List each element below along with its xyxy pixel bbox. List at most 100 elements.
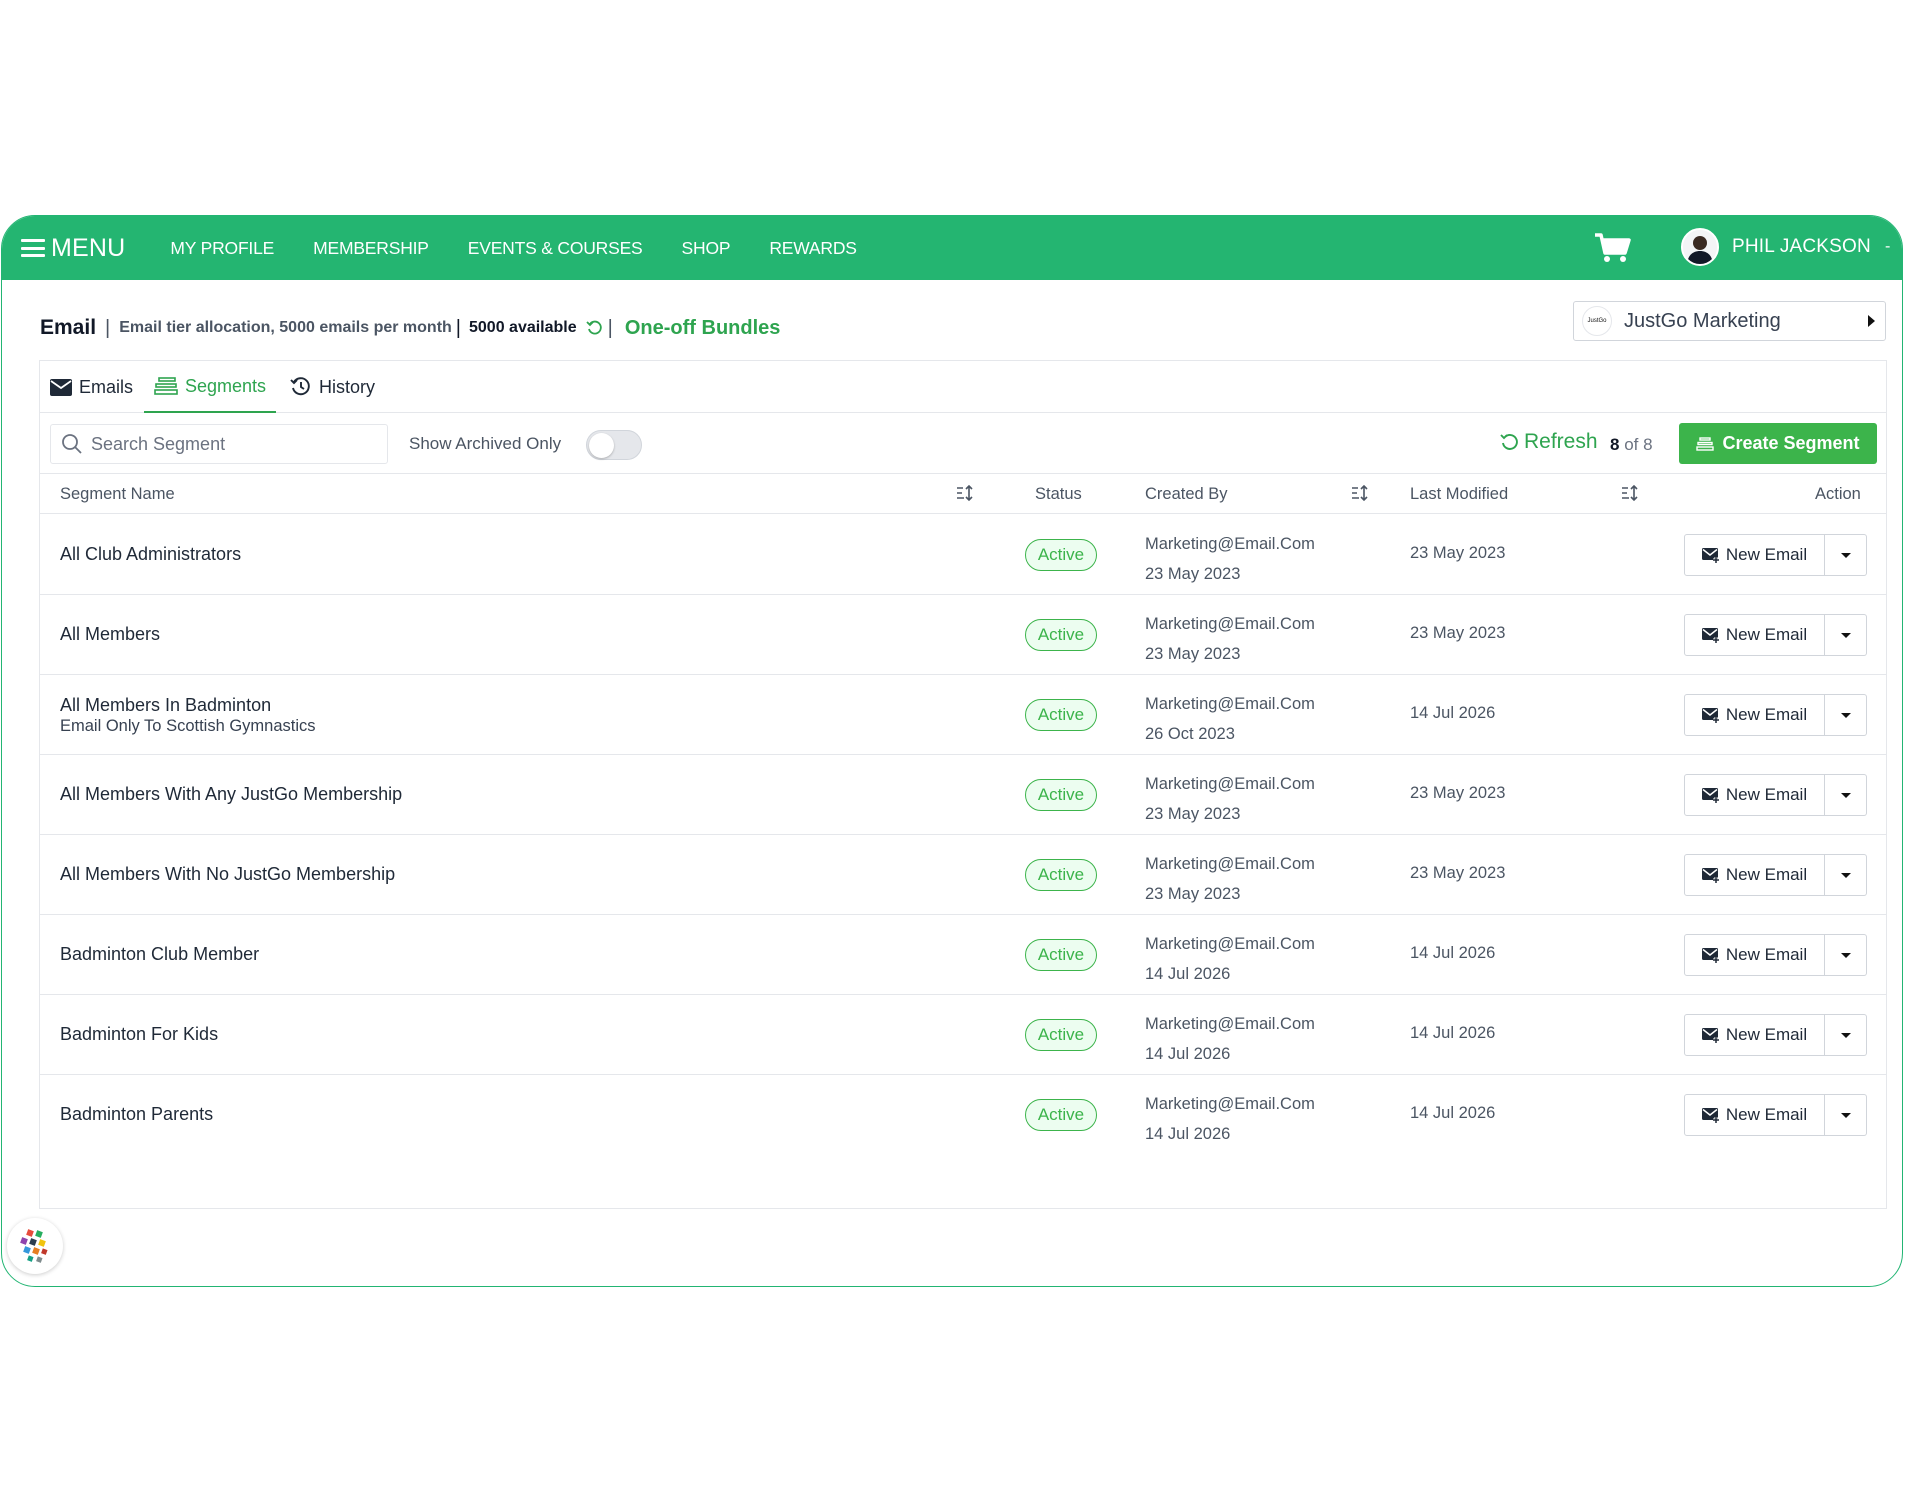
tab-emails[interactable]: Emails <box>50 361 133 413</box>
caret-down-icon <box>1840 872 1851 878</box>
creator-email: Marketing@Email.Com <box>1145 695 1315 713</box>
refresh-button[interactable]: Refresh <box>1500 430 1598 454</box>
created-by: Marketing@Email.Com 23 May 2023 <box>1145 609 1315 669</box>
last-modified: 14 Jul 2026 <box>1410 944 1496 962</box>
more-actions-dropdown[interactable] <box>1825 1014 1867 1056</box>
email-header: Email | Email tier allocation, 5000 emai… <box>40 308 780 348</box>
col-last-modified[interactable]: Last Modified <box>1410 485 1508 504</box>
table-row[interactable]: All Members With Any JustGo Membership A… <box>40 755 1886 835</box>
status-badge: Active <box>1025 859 1097 891</box>
record-count: 8 of 8 <box>1610 435 1653 455</box>
more-actions-dropdown[interactable] <box>1825 774 1867 816</box>
separator: | <box>455 316 461 339</box>
last-modified: 23 May 2023 <box>1410 784 1506 802</box>
col-created-by[interactable]: Created By <box>1145 485 1228 504</box>
created-date: 14 Jul 2026 <box>1145 965 1231 983</box>
status-badge: Active <box>1025 1099 1097 1131</box>
last-modified: 14 Jul 2026 <box>1410 1104 1496 1122</box>
org-name: JustGo Marketing <box>1624 309 1781 332</box>
user-name: PHIL JACKSON <box>1732 236 1871 257</box>
search-icon <box>62 434 82 454</box>
segment-name[interactable]: All Club Administrators <box>60 544 241 565</box>
new-email-button[interactable]: New Email <box>1684 534 1825 576</box>
menu-button[interactable]: MENU <box>21 234 125 263</box>
email-allocation: Email tier allocation, 5000 emails per m… <box>119 319 452 336</box>
justgo-launcher[interactable] <box>7 1218 63 1274</box>
caret-down-icon <box>1840 792 1851 798</box>
tab-label: Segments <box>185 375 267 396</box>
sort-icon[interactable] <box>1620 484 1640 502</box>
one-off-bundles-link[interactable]: One-off Bundles <box>625 317 781 340</box>
creator-email: Marketing@Email.Com <box>1145 535 1315 553</box>
sort-icon[interactable] <box>1350 484 1370 502</box>
tab-segments[interactable]: Segments <box>144 361 277 413</box>
cart-icon[interactable] <box>1594 232 1632 264</box>
more-actions-dropdown[interactable] <box>1825 534 1867 576</box>
new-email-button[interactable]: New Email <box>1684 854 1825 896</box>
hamburger-icon <box>21 239 45 257</box>
segment-name[interactable]: All Members <box>60 624 160 645</box>
segment-description: Email Only To Scottish Gymnastics <box>60 717 316 735</box>
more-actions-dropdown[interactable] <box>1825 694 1867 736</box>
table-row[interactable]: All Club Administrators Active Marketing… <box>40 515 1886 595</box>
nav-item-events-courses[interactable]: EVENTS & COURSES <box>468 238 643 259</box>
nav-item-my-profile[interactable]: MY PROFILE <box>170 238 274 259</box>
caret-down-icon <box>1840 632 1851 638</box>
more-actions-dropdown[interactable] <box>1825 854 1867 896</box>
new-email-button[interactable]: New Email <box>1684 614 1825 656</box>
created-date: 23 May 2023 <box>1145 565 1241 583</box>
user-menu[interactable]: PHIL JACKSON - <box>1681 228 1890 266</box>
envelope-icon <box>50 378 72 396</box>
new-email-button[interactable]: New Email <box>1684 1094 1825 1136</box>
new-email-button[interactable]: New Email <box>1684 1014 1825 1056</box>
segment-name[interactable]: Badminton Club Member <box>60 944 259 965</box>
app-window: MENU MY PROFILE MEMBERSHIP EVENTS & COUR… <box>1 215 1903 1287</box>
tab-history[interactable]: History <box>290 361 375 413</box>
new-email-button[interactable]: New Email <box>1684 934 1825 976</box>
table-row[interactable]: Badminton For Kids Active Marketing@Emai… <box>40 995 1886 1075</box>
new-email-label: New Email <box>1725 945 1808 964</box>
created-by: Marketing@Email.Com 23 May 2023 <box>1145 769 1315 829</box>
created-by: Marketing@Email.Com 23 May 2023 <box>1145 529 1315 589</box>
show-archived-label: Show Archived Only <box>409 434 562 453</box>
created-date: 23 May 2023 <box>1145 885 1241 903</box>
row-actions: New Email <box>1684 534 1867 576</box>
row-actions: New Email <box>1684 614 1867 656</box>
organisation-selector[interactable]: JustGo JustGo Marketing <box>1573 301 1886 341</box>
segment-name[interactable]: Badminton Parents <box>60 1104 213 1125</box>
more-actions-dropdown[interactable] <box>1825 1094 1867 1136</box>
sort-icon[interactable] <box>955 484 975 502</box>
more-actions-dropdown[interactable] <box>1825 934 1867 976</box>
col-segment-name[interactable]: Segment Name <box>60 485 175 504</box>
org-logo: JustGo <box>1582 306 1612 336</box>
search-box[interactable] <box>50 424 388 464</box>
row-actions: New Email <box>1684 1094 1867 1136</box>
segment-name[interactable]: All Members In Badminton <box>60 695 271 716</box>
segment-name[interactable]: All Members With Any JustGo Membership <box>60 784 402 805</box>
search-input[interactable] <box>91 433 371 455</box>
create-segment-button[interactable]: Create Segment <box>1679 423 1877 464</box>
nav-item-rewards[interactable]: REWARDS <box>769 238 857 259</box>
show-archived-toggle[interactable] <box>586 430 642 460</box>
table-row[interactable]: Badminton Parents Active Marketing@Email… <box>40 1075 1886 1155</box>
segment-name[interactable]: All Members With No JustGo Membership <box>60 864 395 885</box>
new-email-button[interactable]: New Email <box>1684 694 1825 736</box>
new-email-button[interactable]: New Email <box>1684 774 1825 816</box>
last-modified: 23 May 2023 <box>1410 624 1506 642</box>
segment-name[interactable]: Badminton For Kids <box>60 1024 218 1045</box>
created-date: 26 Oct 2023 <box>1145 725 1235 743</box>
created-by: Marketing@Email.Com 26 Oct 2023 <box>1145 689 1315 749</box>
table-row[interactable]: All Members Active Marketing@Email.Com 23… <box>40 595 1886 675</box>
table-row[interactable]: Badminton Club Member Active Marketing@E… <box>40 915 1886 995</box>
created-by: Marketing@Email.Com 14 Jul 2026 <box>1145 1009 1315 1069</box>
tab-label: History <box>319 376 376 397</box>
segments-icon <box>154 377 178 395</box>
new-email-icon <box>1701 707 1719 723</box>
more-actions-dropdown[interactable] <box>1825 614 1867 656</box>
nav-item-shop[interactable]: SHOP <box>682 238 731 259</box>
last-modified: 14 Jul 2026 <box>1410 704 1496 722</box>
nav-item-membership[interactable]: MEMBERSHIP <box>313 238 429 259</box>
table-row[interactable]: All Members With No JustGo Membership Ac… <box>40 835 1886 915</box>
refresh-allocation-icon[interactable] <box>586 319 604 337</box>
table-row[interactable]: All Members In Badminton Email Only To S… <box>40 675 1886 755</box>
